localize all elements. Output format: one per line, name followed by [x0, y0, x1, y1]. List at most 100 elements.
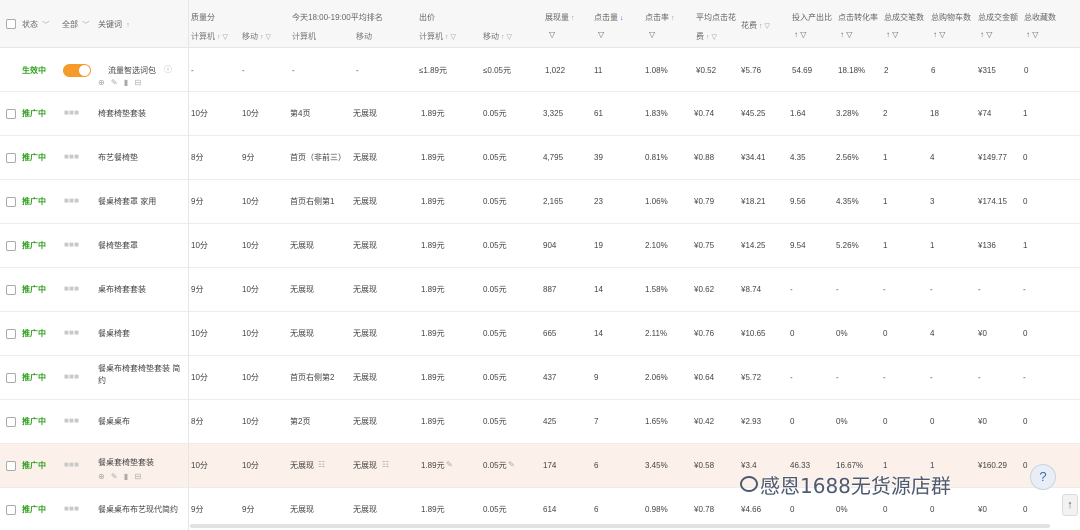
bid-mobile-cell[interactable]: 0.05元: [483, 417, 507, 427]
bid-pc-cell[interactable]: 1.89元: [421, 373, 445, 383]
info-icon[interactable]: ⓘ: [164, 65, 172, 75]
fav-cell: -: [1023, 373, 1026, 382]
enable-toggle[interactable]: [63, 64, 91, 77]
avg-cpc-cell: ¥0.88: [694, 153, 715, 162]
quality-mobile-cell: 10分: [242, 461, 259, 470]
roi-cell: 4.35: [790, 153, 806, 162]
bid-pc-cell[interactable]: 1.89元: [421, 109, 445, 119]
deals-cell: 0: [883, 505, 888, 514]
bid-mobile-cell[interactable]: 0.05元: [483, 241, 507, 251]
scroll-top-button[interactable]: ↑: [1062, 494, 1078, 516]
keyword-header-label: 关键词: [98, 20, 122, 29]
sort-icon[interactable]: ↑ ▽: [840, 30, 852, 39]
row-checkbox[interactable]: [6, 373, 16, 383]
edit-icon[interactable]: ✎: [508, 460, 515, 470]
sort-desc-icon: ↓: [620, 15, 624, 22]
total-cart-header[interactable]: 总购物车数: [931, 12, 971, 23]
bid-mobile-cell[interactable]: 0.05元: [483, 373, 507, 383]
scope-filter[interactable]: 全部 ﹀: [62, 19, 89, 30]
quality-mobile-header[interactable]: 移动 ↑ ▽: [242, 31, 271, 42]
bid-mobile-cell[interactable]: 0.05元: [483, 461, 507, 471]
sort-icon[interactable]: ↑ ▽: [933, 30, 945, 39]
row-checkbox[interactable]: [6, 505, 16, 515]
row-checkbox[interactable]: [6, 197, 16, 207]
bid-mobile-header[interactable]: 移动 ↑ ▽: [483, 31, 512, 42]
row-tools-icons[interactable]: ⊕ ✎ ▮ ⊟: [98, 472, 143, 481]
bid-pc-cell[interactable]: ≤1.89元: [419, 66, 447, 76]
cvr-cell: 0%: [836, 505, 848, 514]
keyword-label: 流量智选词包: [108, 66, 156, 75]
toggle-knob: [79, 65, 90, 76]
deals-cell: -: [883, 373, 886, 382]
avg-cpc-header[interactable]: 平均点击花: [696, 12, 736, 23]
row-checkbox[interactable]: [6, 153, 16, 163]
bid-mobile-cell[interactable]: 0.05元: [483, 505, 507, 515]
redacted-placeholder: ■ ■ ■: [64, 196, 79, 205]
sort-icon[interactable]: ↑ ▽: [794, 30, 806, 39]
cart-cell: -: [930, 285, 933, 294]
sort-icon: ↑ ▽: [501, 34, 512, 41]
bid-pc-cell[interactable]: 1.89元: [421, 329, 445, 339]
filter-icon[interactable]: ▽: [649, 30, 655, 39]
ctr-header[interactable]: 点击率 ↑: [645, 12, 675, 23]
row-checkbox[interactable]: [6, 109, 16, 119]
help-button[interactable]: ?: [1030, 464, 1056, 490]
rank-mobile-cell: 无展现: [353, 241, 377, 250]
bid-mobile-cell[interactable]: 0.05元: [483, 197, 507, 207]
clicks-header[interactable]: 点击量 ↓: [594, 12, 624, 23]
total-fav-header[interactable]: 总收藏数: [1024, 12, 1056, 23]
fav-cell: 0: [1023, 153, 1028, 162]
bid-pc-cell[interactable]: 1.89元: [421, 241, 445, 251]
bid-pc-cell[interactable]: 1.89元: [421, 197, 445, 207]
bid-pc-cell[interactable]: 1.89元: [421, 417, 445, 427]
bid-mobile-cell[interactable]: 0.05元: [483, 285, 507, 295]
keyword-header[interactable]: 关键词 ↑: [98, 19, 130, 30]
bid-mobile-cell[interactable]: 0.05元: [483, 329, 507, 339]
filter-icon[interactable]: ▽: [549, 30, 555, 39]
bid-mobile-cell[interactable]: 0.05元: [483, 153, 507, 163]
rank-mobile-cell: 无展现: [353, 373, 377, 382]
edit-icon[interactable]: ✎: [446, 460, 453, 470]
bid-pc-header[interactable]: 计算机 ↑ ▽: [419, 31, 456, 42]
sort-icon: ↑: [126, 22, 130, 29]
roi-header[interactable]: 投入产出比: [792, 12, 832, 23]
horizontal-scrollbar[interactable]: [190, 524, 1050, 528]
cvr-header[interactable]: 点击转化率: [838, 12, 878, 23]
deals-cell: 1: [883, 153, 888, 162]
row-checkbox[interactable]: [6, 285, 16, 295]
filter-icon[interactable]: ☷: [382, 460, 389, 470]
row-checkbox[interactable]: [6, 417, 16, 427]
status-filter[interactable]: 状态 ﹀: [22, 19, 49, 30]
cost-header[interactable]: 花费 ↑ ▽: [741, 20, 770, 31]
filter-icon[interactable]: ▽: [598, 30, 604, 39]
select-all-checkbox[interactable]: [6, 19, 16, 29]
row-checkbox[interactable]: [6, 461, 16, 471]
row-tools-icons[interactable]: ⊕ ✎ ▮ ⊟: [98, 78, 143, 87]
sort-icon: ↑: [571, 15, 575, 22]
table-row: 推广中 ■ ■ ■ 餐桌桌布 8分 10分 第2页 无展现 1.89元 0.05元 425 7 1.6…: [0, 400, 1080, 444]
bid-mobile-cell[interactable]: 0.05元: [483, 109, 507, 119]
bid-pc-cell[interactable]: 1.89元: [421, 505, 445, 515]
avg-cpc-header-line2[interactable]: 费 ↑ ▽: [696, 31, 717, 42]
impressions-header[interactable]: 展现量 ↑: [545, 12, 575, 23]
rank-pc-cell: 无展现: [290, 505, 314, 514]
impressions-cell: 614: [543, 505, 557, 514]
quality-pc-header[interactable]: 计算机 ↑ ▽: [191, 31, 228, 42]
bid-pc-cell[interactable]: 1.89元: [421, 461, 445, 471]
sort-icon[interactable]: ↑ ▽: [1026, 30, 1038, 39]
sort-icon[interactable]: ↑ ▽: [980, 30, 992, 39]
total-deals-header[interactable]: 总成交笔数: [884, 12, 924, 23]
bid-pc-cell[interactable]: 1.89元: [421, 153, 445, 163]
filter-icon[interactable]: ☷: [318, 460, 325, 470]
row-checkbox[interactable]: [6, 329, 16, 339]
cvr-cell: 0%: [836, 329, 848, 338]
deals-cell: 1: [883, 197, 888, 206]
bid-pc-cell[interactable]: 1.89元: [421, 285, 445, 295]
rank-mobile-cell: 无展现: [353, 109, 377, 118]
sort-icon[interactable]: ↑ ▽: [886, 30, 898, 39]
bid-mobile-cell[interactable]: ≤0.05元: [483, 66, 511, 76]
roi-cell: 9.56: [790, 197, 806, 206]
total-amount-header[interactable]: 总成交金额: [978, 12, 1018, 23]
row-checkbox[interactable]: [6, 241, 16, 251]
table-row: 推广中 ■ ■ ■ 餐椅垫套罩 10分 10分 无展现 无展现 1.89元 0.05元 904 19…: [0, 224, 1080, 268]
